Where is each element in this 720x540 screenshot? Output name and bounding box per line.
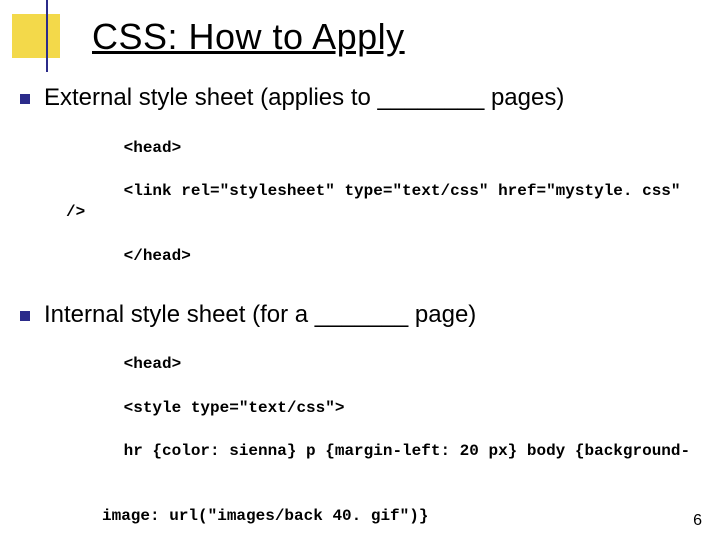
bullet-icon <box>20 311 30 321</box>
code-line: <style type="text/css"> <box>124 399 345 417</box>
title-accent-box <box>12 14 60 58</box>
slide-title: CSS: How to Apply <box>92 16 405 58</box>
page-number: 6 <box>693 512 702 530</box>
code-line: </head> <box>124 247 191 265</box>
title-accent-line <box>46 0 48 72</box>
code-line: hr {color: sienna} p {margin-left: 20 px… <box>124 442 691 460</box>
code-block: <head> <style type="text/css"> hr {color… <box>66 333 708 540</box>
code-line: image: url("images/back 40. gif")} <box>66 506 708 528</box>
bullet-text: External style sheet (applies to _______… <box>44 84 564 112</box>
bullet-icon <box>20 94 30 104</box>
slide: CSS: How to Apply External style sheet (… <box>0 0 720 540</box>
bullet-text: Internal style sheet (for a _______ page… <box>44 301 476 329</box>
code-line: <head> <box>124 355 182 373</box>
slide-body: External style sheet (applies to _______… <box>20 78 708 540</box>
bullet-row: Internal style sheet (for a _______ page… <box>20 301 708 329</box>
code-line: <link rel="stylesheet" type="text/css" h… <box>66 182 690 222</box>
bullet-row: External style sheet (applies to _______… <box>20 84 708 112</box>
code-line: <head> <box>124 139 182 157</box>
code-block: <head> <link rel="stylesheet" type="text… <box>66 116 708 289</box>
